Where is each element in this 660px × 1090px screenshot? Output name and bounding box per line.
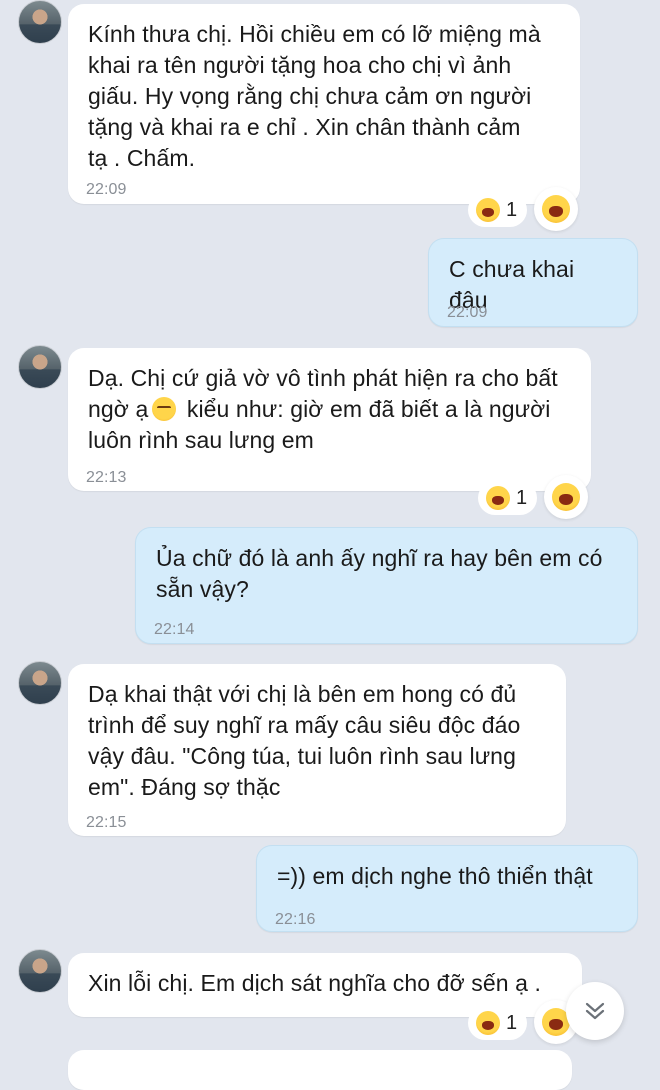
reaction-count[interactable]: 1 xyxy=(468,193,528,227)
message-bubble-incoming[interactable]: Kính thưa chị. Hồi chiều em có lỡ miệng … xyxy=(68,4,580,204)
message-text: Ủa chữ đó là anh ấy nghĩ ra hay bên em c… xyxy=(156,545,603,602)
reaction-count-value: 1 xyxy=(506,1011,518,1034)
laughing-face-icon xyxy=(476,198,500,222)
message-time: 22:14 xyxy=(154,621,195,638)
contact-avatar[interactable] xyxy=(18,949,62,993)
laughing-face-icon xyxy=(552,483,580,511)
contact-avatar[interactable] xyxy=(18,661,62,705)
reaction-count[interactable]: 1 xyxy=(478,481,538,515)
reaction-count[interactable]: 1 xyxy=(468,1006,528,1040)
message-time: 22:09 xyxy=(447,304,488,321)
reaction-count-value: 1 xyxy=(506,198,518,221)
message-text: =)) em dịch nghe thô thiển thật xyxy=(277,863,593,889)
message-text: Kính thưa chị. Hồi chiều em có lỡ miệng … xyxy=(88,21,541,171)
unamused-face-icon xyxy=(152,397,177,421)
contact-avatar[interactable] xyxy=(18,345,62,389)
laughing-face-icon xyxy=(476,1011,500,1035)
message-text: Xin lỗi chị. Em dịch sát nghĩa cho đỡ sế… xyxy=(88,970,541,996)
laughing-face-icon xyxy=(486,486,510,510)
message-bubble-incoming[interactable]: Dạ. Chị cứ giả vờ vô tình phát hiện ra c… xyxy=(68,348,591,491)
double-chevron-down-icon xyxy=(585,1002,605,1020)
message-time: 22:09 xyxy=(86,181,127,198)
laughing-face-icon xyxy=(542,195,570,223)
message-time: 22:13 xyxy=(86,469,127,486)
scroll-to-bottom-button[interactable] xyxy=(566,982,624,1040)
message-time: 22:15 xyxy=(86,814,127,831)
message-bubble-outgoing[interactable]: Ủa chữ đó là anh ấy nghĩ ra hay bên em c… xyxy=(135,527,638,644)
message-bubble-outgoing[interactable]: =)) em dịch nghe thô thiển thật 22:16 xyxy=(256,845,638,932)
contact-avatar[interactable] xyxy=(18,0,62,44)
message-bubble-incoming[interactable]: Dạ khai thật với chị là bên em hong có đ… xyxy=(68,664,566,836)
message-bubble-outgoing[interactable]: C chưa khai đâu 22:09 xyxy=(428,238,638,327)
message-text: Dạ. Chị cứ giả vờ vô tình phát hiện ra c… xyxy=(88,363,571,456)
message-text: Dạ khai thật với chị là bên em hong có đ… xyxy=(88,681,521,800)
add-reaction-button[interactable] xyxy=(534,187,578,231)
message-time: 22:16 xyxy=(275,911,316,928)
message-bubble-incoming[interactable] xyxy=(68,1050,572,1090)
add-reaction-button[interactable] xyxy=(544,475,588,519)
reaction-count-value: 1 xyxy=(516,486,528,509)
